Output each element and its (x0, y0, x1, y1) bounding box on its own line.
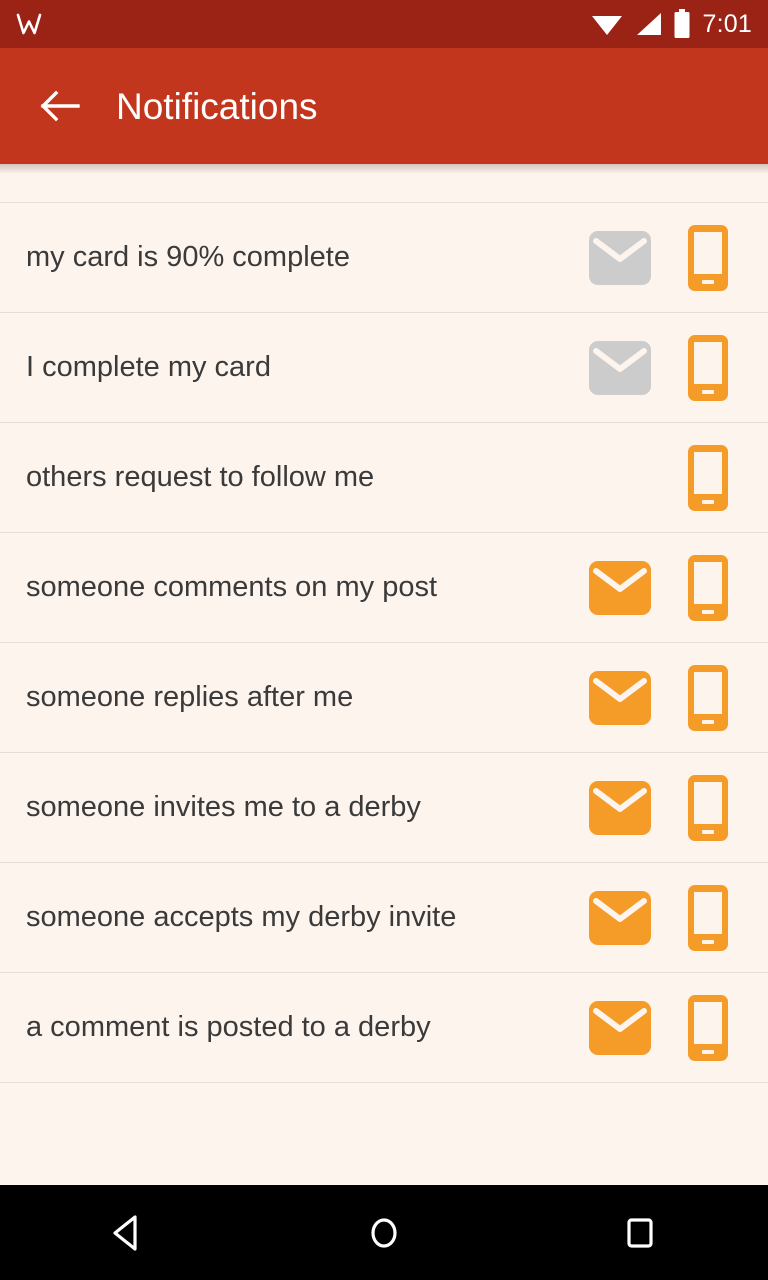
home-nav-button[interactable] (324, 1185, 444, 1280)
phone-icon (688, 884, 728, 951)
notification-label: I complete my card (26, 350, 271, 383)
notification-rows: my card is 90% complete I complete my car… (0, 203, 768, 1083)
email-icon (589, 340, 651, 395)
email-icon (589, 560, 651, 615)
email-icon (589, 230, 651, 285)
phone-toggle-6[interactable] (668, 863, 748, 973)
square-recents-icon (627, 1217, 653, 1248)
table-row[interactable]: a comment is posted to a derby (0, 973, 768, 1083)
phone-toggle-4[interactable] (668, 643, 748, 753)
table-row[interactable]: someone accepts my derby invite (0, 863, 768, 973)
notification-label: others request to follow me (26, 460, 375, 493)
table-row[interactable]: someone replies after me (0, 643, 768, 753)
toolbar-back-button[interactable] (30, 76, 90, 136)
phone-toggle-2[interactable] (668, 423, 748, 533)
email-icon (589, 890, 651, 945)
table-row[interactable]: my card is 90% complete (0, 203, 768, 313)
table-row[interactable]: someone invites me to a derby (0, 753, 768, 863)
phone-toggle-5[interactable] (668, 753, 748, 863)
email-toggle-4[interactable] (572, 643, 668, 753)
list-top-spacer (0, 164, 768, 203)
email-toggle-5[interactable] (572, 753, 668, 863)
email-toggle-6[interactable] (572, 863, 668, 973)
notification-label: someone accepts my derby invite (26, 900, 457, 933)
phone-toggle-1[interactable] (668, 313, 748, 423)
table-row[interactable]: I complete my card (0, 313, 768, 423)
phone-icon (688, 994, 728, 1061)
email-toggle-7[interactable] (572, 973, 668, 1083)
notification-label: a comment is posted to a derby (26, 1010, 431, 1043)
app-toolbar: Notifications (0, 48, 768, 164)
notification-label: my card is 90% complete (26, 240, 350, 273)
phone-icon (688, 554, 728, 621)
phone-icon (688, 664, 728, 731)
phone-icon (688, 774, 728, 841)
battery-icon (674, 9, 690, 38)
status-bar-left (12, 7, 46, 41)
circle-home-icon (371, 1217, 397, 1248)
email-icon (589, 780, 651, 835)
status-bar-right: 7:01 (591, 9, 752, 39)
android-navigation-bar (0, 1185, 768, 1280)
email-toggle-1[interactable] (572, 313, 668, 423)
phone-icon (688, 334, 728, 401)
wifi-icon (591, 16, 622, 35)
phone-toggle-7[interactable] (668, 973, 748, 1083)
status-bar-clock: 7:01 (702, 9, 752, 38)
phone-icon (688, 224, 728, 291)
triangle-back-icon (113, 1214, 137, 1251)
phone-icon (688, 444, 728, 511)
table-row[interactable]: someone comments on my post (0, 533, 768, 643)
phone-toggle-3[interactable] (668, 533, 748, 643)
notifications-list: my card is 90% complete I complete my car… (0, 164, 768, 1185)
table-row[interactable]: others request to follow me (0, 423, 768, 533)
notification-label: someone replies after me (26, 680, 354, 713)
recents-nav-button[interactable] (580, 1185, 700, 1280)
email-toggle-3[interactable] (572, 533, 668, 643)
email-icon (589, 670, 651, 725)
cell-signal-icon (636, 13, 661, 35)
phone-toggle-0[interactable] (668, 203, 748, 313)
status-bar: 7:01 (0, 0, 768, 48)
notification-label: someone invites me to a derby (26, 790, 421, 823)
back-nav-button[interactable] (68, 1185, 188, 1280)
w-logo-icon (16, 13, 42, 35)
email-toggle-0[interactable] (572, 203, 668, 313)
notification-label: someone comments on my post (26, 570, 438, 603)
back-arrow-icon (40, 90, 80, 122)
email-toggle-2 (572, 423, 668, 533)
page-title: Notifications (116, 85, 318, 127)
email-icon (589, 1000, 651, 1055)
